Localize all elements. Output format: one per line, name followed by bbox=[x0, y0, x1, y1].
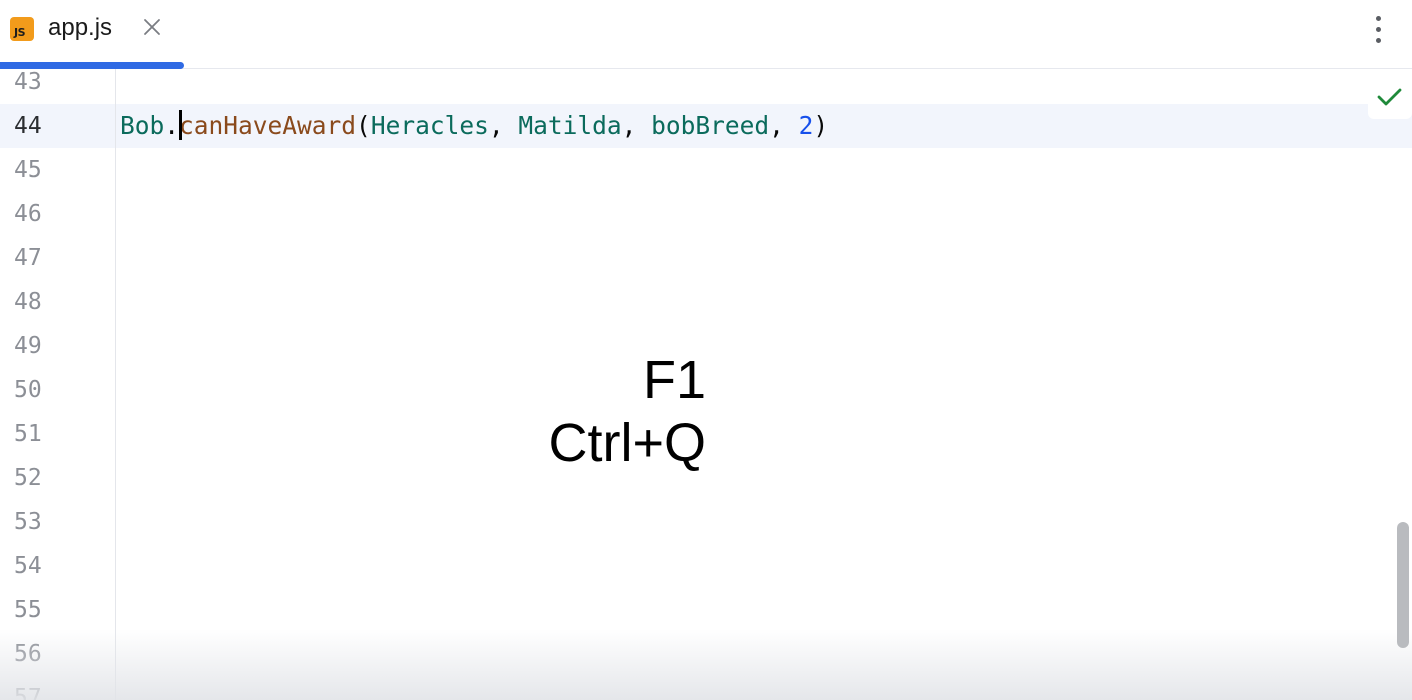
line-number: 51 bbox=[14, 421, 42, 447]
line-number: 43 bbox=[14, 69, 42, 95]
bottom-fade-overlay bbox=[0, 629, 1412, 700]
code-arg: Matilda bbox=[518, 111, 622, 140]
code-line-44[interactable]: Bob.canHaveAward(Heracles, Matilda, bobB… bbox=[120, 104, 828, 148]
vertical-scrollbar-thumb[interactable] bbox=[1397, 522, 1409, 648]
line-number: 52 bbox=[14, 465, 42, 491]
code-object: Bob bbox=[120, 111, 165, 140]
code-separator: , bbox=[769, 111, 799, 140]
shortcut-primary-label: F1 bbox=[642, 350, 706, 410]
line-number: 46 bbox=[14, 201, 42, 227]
line-number: 50 bbox=[14, 377, 42, 403]
code-separator: , bbox=[488, 111, 519, 140]
text-caret bbox=[179, 110, 183, 140]
line-number: 56 bbox=[14, 641, 42, 667]
code-separator: , bbox=[621, 111, 652, 140]
code-arg: bobBreed bbox=[651, 111, 770, 140]
close-icon[interactable] bbox=[141, 16, 163, 38]
code-dot: . bbox=[164, 111, 180, 140]
line-number: 48 bbox=[14, 289, 42, 315]
code-open-paren: ( bbox=[356, 111, 371, 140]
more-vertical-icon[interactable] bbox=[1364, 12, 1392, 46]
line-number: 45 bbox=[14, 157, 42, 183]
line-number: 57 bbox=[14, 685, 42, 700]
tab-app-js[interactable]: JS app.js bbox=[0, 0, 184, 69]
line-number: 55 bbox=[14, 597, 42, 623]
code-close-paren: ) bbox=[813, 111, 829, 140]
line-number: 49 bbox=[14, 333, 42, 359]
code-editor[interactable]: 43 44 45 46 47 48 49 50 51 52 53 54 55 5… bbox=[0, 69, 1412, 700]
check-icon[interactable] bbox=[1368, 79, 1412, 119]
javascript-file-icon: JS bbox=[10, 17, 34, 41]
line-number-active: 44 bbox=[14, 113, 42, 139]
line-number: 54 bbox=[14, 553, 42, 579]
code-method: canHaveAward bbox=[179, 111, 357, 140]
code-arg: Heracles bbox=[370, 111, 489, 140]
line-number: 47 bbox=[14, 245, 42, 271]
code-number-arg: 2 bbox=[798, 111, 814, 140]
shortcut-secondary-label: Ctrl+Q bbox=[548, 413, 706, 473]
tab-label: app.js bbox=[48, 14, 113, 41]
line-number: 53 bbox=[14, 509, 42, 535]
line-number-gutter[interactable]: 43 44 45 46 47 48 49 50 51 52 53 54 55 5… bbox=[0, 69, 116, 700]
active-tab-indicator bbox=[0, 62, 184, 69]
editor-tab-bar: JS app.js bbox=[0, 0, 1412, 69]
javascript-file-icon-label: JS bbox=[14, 26, 26, 39]
